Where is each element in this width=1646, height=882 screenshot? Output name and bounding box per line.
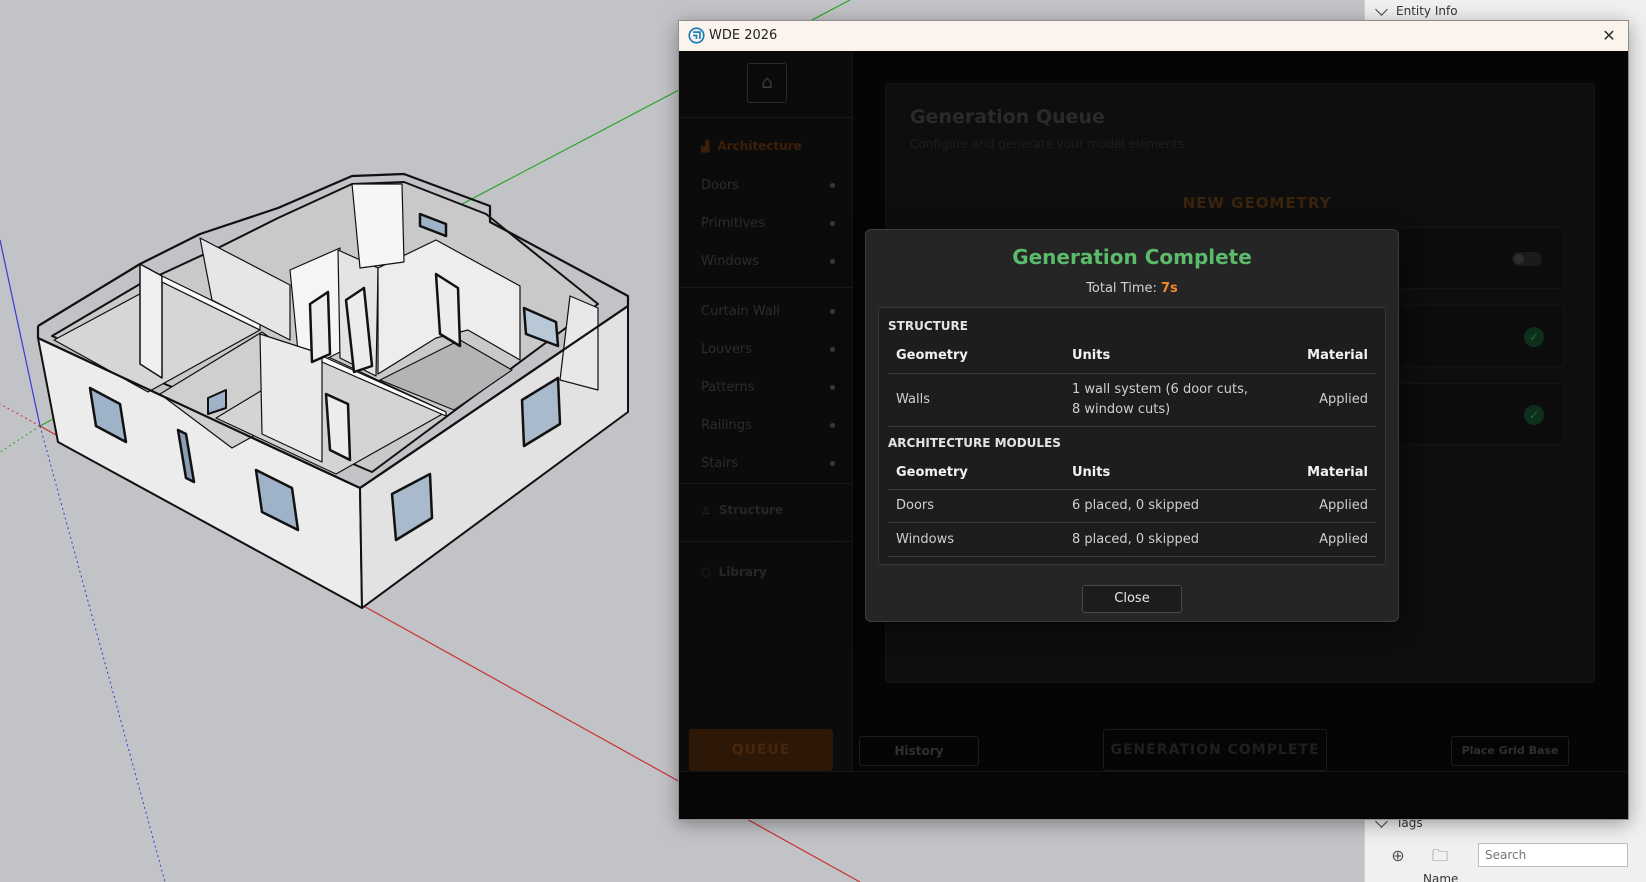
column-header-units: Units <box>1072 348 1111 363</box>
table-row-geometry: Doors <box>896 498 935 513</box>
add-folder-icon[interactable]: 🗀 <box>1429 845 1451 867</box>
sidebar-section-architecture[interactable]: ▟ Architecture <box>701 139 802 153</box>
sidebar-item-windows[interactable]: Windows <box>701 251 835 271</box>
window-titlebar[interactable]: WDE 2026 ✕ <box>679 21 1628 51</box>
window-title: WDE 2026 <box>709 28 778 43</box>
column-header-geometry: Geometry <box>896 348 968 363</box>
table-row-material: Applied <box>1319 498 1368 513</box>
table-row-geometry: Windows <box>896 532 955 547</box>
check-icon: ✓ <box>1524 327 1544 347</box>
table-row-material: Applied <box>1319 392 1368 407</box>
table-row-material: Applied <box>1319 532 1368 547</box>
generation-complete-dialog: Generation Complete Total Time: 7s STRUC… <box>865 229 1399 622</box>
page-title: Generation Queue <box>910 106 1105 128</box>
blue-axis <box>0 239 41 427</box>
add-tag-icon[interactable]: ⊕ <box>1387 845 1409 867</box>
dialog-title: Generation Complete <box>1012 245 1252 269</box>
window-close-button[interactable]: ✕ <box>1598 25 1620 47</box>
table-row-units: 8 placed, 0 skipped <box>1072 532 1199 547</box>
sidebar-item-stairs[interactable]: Stairs <box>701 453 835 473</box>
chart-icon: ▟ <box>701 139 710 153</box>
sidebar-item-doors[interactable]: Doors <box>701 175 835 195</box>
table-row-geometry: Walls <box>896 392 930 407</box>
entity-info-label: Entity Info <box>1396 4 1458 18</box>
entity-info-header[interactable]: Entity Info <box>1371 0 1458 22</box>
structure-group-title: STRUCTURE <box>888 319 968 333</box>
table-row-units: 6 placed, 0 skipped <box>1072 498 1199 513</box>
sidebar-item-patterns[interactable]: Patterns <box>701 377 835 397</box>
tags-search-input[interactable] <box>1478 843 1628 867</box>
sidebar-item-railings[interactable]: Railings <box>701 415 835 435</box>
home-button[interactable]: ⌂ <box>747 63 787 103</box>
place-grid-base-button[interactable]: Place Grid Base <box>1451 736 1569 766</box>
column-header-material: Material <box>1307 465 1368 480</box>
house-model[interactable] <box>36 172 630 609</box>
queue-button[interactable]: QUEUE <box>689 729 833 771</box>
total-time: Total Time: 7s <box>1086 281 1178 296</box>
door-4 <box>324 392 352 462</box>
generate-button[interactable]: GENERATION COMPLETE <box>1103 729 1327 771</box>
wde-window: WDE 2026 ✕ ⌂ ▟ Architecture Doors Primit… <box>678 20 1629 820</box>
sidebar-item-curtain-wall[interactable]: Curtain Wall <box>701 301 835 321</box>
library-icon: ⬡ <box>701 565 711 579</box>
check-icon: ✓ <box>1524 405 1544 425</box>
total-time-value: 7s <box>1161 281 1178 296</box>
toggle-switch[interactable] <box>1512 252 1542 266</box>
app-logo-icon <box>688 27 705 44</box>
sidebar-section-structure[interactable]: ♙ Structure <box>701 503 783 517</box>
name-column-header: Name <box>1423 872 1459 882</box>
structure-icon: ♙ <box>701 503 711 517</box>
column-header-units: Units <box>1072 465 1111 480</box>
bottom-bar <box>679 771 1628 819</box>
history-button[interactable]: History <box>859 736 979 766</box>
sidebar-item-primitives[interactable]: Primitives <box>701 213 835 233</box>
table-row-units: 1 wall system (6 door cuts, 8 window cut… <box>1072 382 1248 417</box>
column-header-geometry: Geometry <box>896 465 968 480</box>
architecture-group-title: ARCHITECTURE MODULES <box>888 436 1061 450</box>
home-icon: ⌂ <box>761 72 773 93</box>
column-header-material: Material <box>1307 348 1368 363</box>
sidebar-section-library[interactable]: ⬡ Library <box>701 565 767 579</box>
page-subtitle: Configure and generate your model elemen… <box>910 137 1185 151</box>
door-1 <box>308 290 332 364</box>
new-geometry-heading: NEW GEOMETRY <box>1182 194 1332 212</box>
sidebar-item-louvers[interactable]: Louvers <box>701 339 835 359</box>
results-table: STRUCTURE Geometry Units Material Walls … <box>878 307 1386 565</box>
close-button[interactable]: Close <box>1082 585 1182 613</box>
sidebar: ⌂ ▟ Architecture Doors Primitives Window… <box>679 51 853 771</box>
chevron-down-icon <box>1375 2 1388 16</box>
